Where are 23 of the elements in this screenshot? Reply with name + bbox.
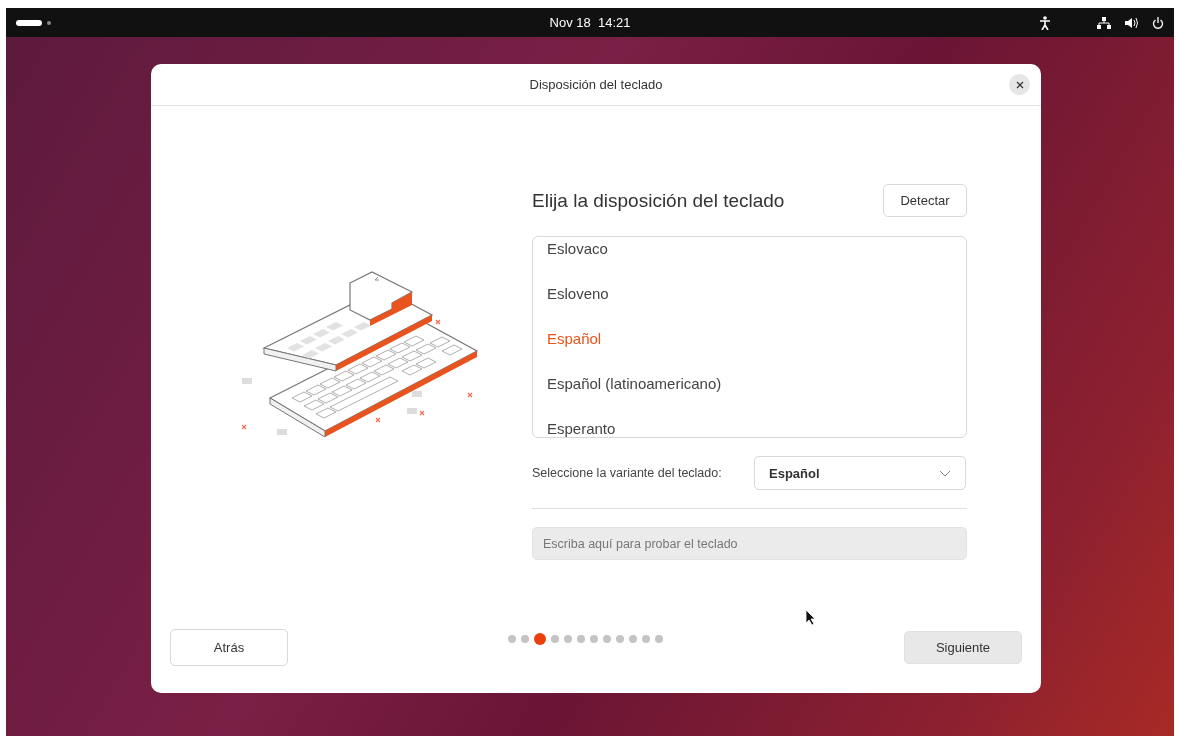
variant-label: Seleccione la variante del teclado: [532, 466, 723, 480]
layout-option[interactable]: Español [547, 316, 966, 361]
variant-dropdown[interactable]: Español [754, 456, 966, 490]
close-button[interactable] [1009, 74, 1030, 95]
close-icon [1015, 80, 1024, 89]
power-icon[interactable] [1152, 16, 1164, 29]
test-input-field[interactable]: Escriba aquí para probar el teclado [532, 527, 967, 560]
layout-option[interactable]: Eslovaco [547, 237, 966, 271]
mouse-pointer-icon [805, 609, 816, 626]
next-button[interactable]: Siguiente [904, 630, 1022, 664]
volume-icon[interactable] [1125, 16, 1138, 29]
workspace-indicator-icon[interactable] [16, 19, 52, 26]
layout-option[interactable]: Esperanto [547, 406, 966, 437]
back-button[interactable]: Atrás [170, 628, 288, 666]
accessibility-icon[interactable] [1039, 15, 1051, 30]
layout-option[interactable]: Español (latinoamericano) [547, 361, 966, 406]
section-heading: Elija la disposición del teclado [532, 189, 785, 212]
chevron-down-icon [939, 469, 951, 477]
clock[interactable]: Nov 18 14:21 [549, 15, 631, 30]
layout-option[interactable]: Esloveno [547, 271, 966, 316]
dialog-title: Disposición del teclado [529, 77, 663, 92]
detect-button[interactable]: Detectar [883, 184, 967, 217]
network-icon[interactable] [1097, 16, 1111, 29]
